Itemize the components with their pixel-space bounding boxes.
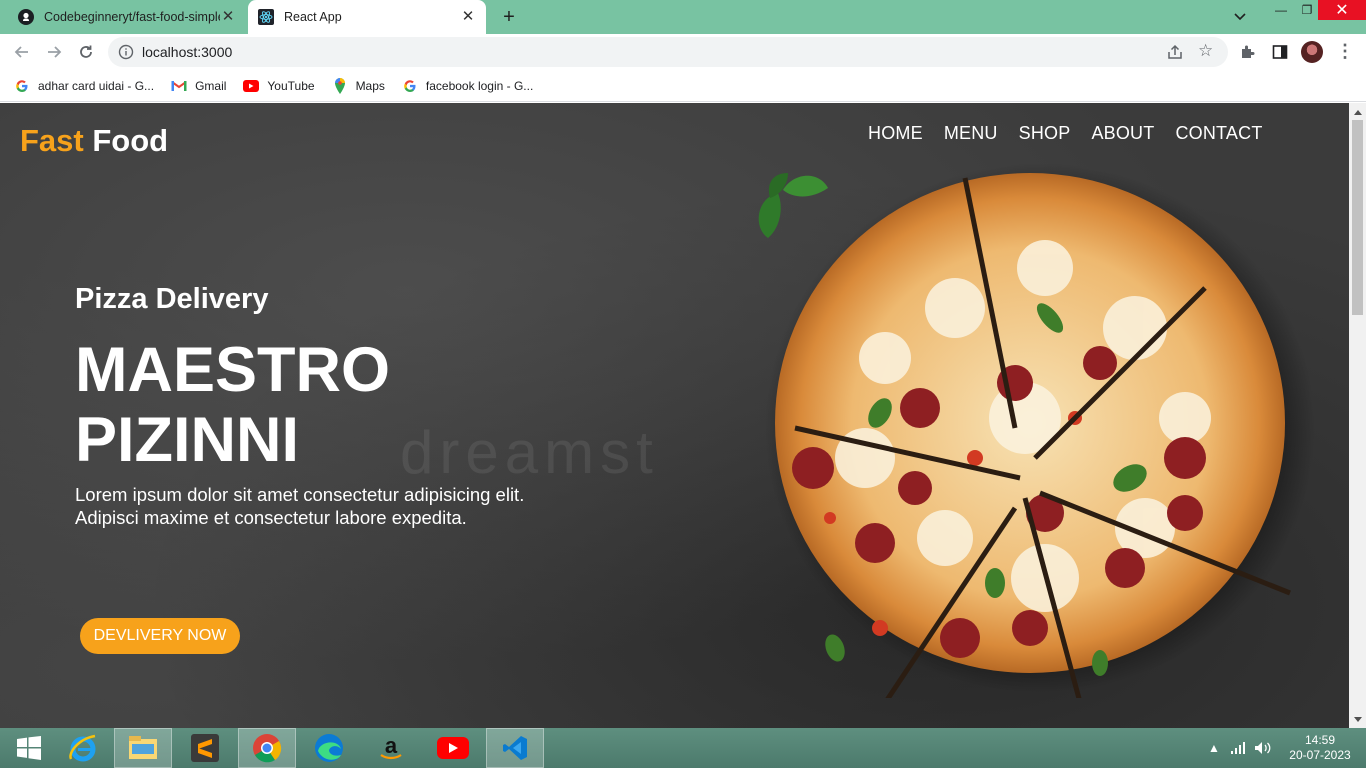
bookmark-item[interactable]: Maps bbox=[332, 77, 385, 94]
tab-strip: Codebeginneryt/fast-food-simple ✕ React … bbox=[0, 0, 1366, 34]
new-tab-icon[interactable]: + bbox=[498, 6, 520, 28]
github-icon bbox=[18, 9, 34, 25]
youtube-icon bbox=[243, 78, 260, 94]
tab-close-icon[interactable]: ✕ bbox=[220, 9, 236, 25]
scroll-down-icon[interactable] bbox=[1349, 711, 1366, 728]
amazon-icon[interactable]: a bbox=[362, 728, 420, 768]
google-icon bbox=[14, 78, 30, 94]
bookmark-label: Gmail bbox=[195, 78, 227, 93]
menu-kebab-icon[interactable]: ⋮ bbox=[1336, 42, 1354, 62]
clock-time: 14:59 bbox=[1304, 733, 1336, 747]
clock-date: 20-07-2023 bbox=[1289, 748, 1351, 762]
maps-icon bbox=[332, 77, 348, 94]
info-icon[interactable] bbox=[118, 44, 134, 60]
scroll-up-icon[interactable] bbox=[1349, 103, 1366, 120]
page-scrollbar[interactable] bbox=[1349, 103, 1366, 728]
extensions-icon[interactable] bbox=[1238, 42, 1258, 62]
network-icon[interactable] bbox=[1230, 728, 1246, 768]
tab-github[interactable]: Codebeginneryt/fast-food-simple ✕ bbox=[8, 0, 246, 34]
nav-contact[interactable]: CONTACT bbox=[1175, 123, 1262, 144]
system-clock[interactable]: 14:59 20-07-2023 bbox=[1288, 733, 1352, 763]
vscode-icon[interactable] bbox=[486, 728, 544, 768]
forward-icon[interactable] bbox=[42, 40, 66, 64]
brand-logo[interactable]: Fast Food bbox=[20, 123, 168, 159]
reload-icon[interactable] bbox=[74, 40, 98, 64]
bookmark-item[interactable]: YouTube bbox=[243, 78, 315, 94]
address-bar[interactable]: localhost:3000 ☆ bbox=[108, 37, 1228, 67]
side-panel-icon[interactable] bbox=[1270, 42, 1290, 62]
hero-title-line: PIZINNI bbox=[75, 405, 300, 475]
react-icon bbox=[258, 9, 274, 25]
nav-home[interactable]: HOME bbox=[868, 123, 923, 144]
sublime-text-icon[interactable] bbox=[176, 728, 234, 768]
nav-shop[interactable]: SHOP bbox=[1019, 123, 1071, 144]
volume-icon[interactable] bbox=[1254, 728, 1272, 768]
hero-title-line: MAESTRO bbox=[75, 335, 390, 405]
bookmark-label: adhar card uidai - G... bbox=[38, 78, 155, 93]
bookmark-label: Maps bbox=[355, 78, 385, 93]
bookmark-label: facebook login - G... bbox=[425, 78, 534, 93]
page-viewport: dreamst Fast Food HOME MENU SHOP ABOUT C… bbox=[0, 103, 1349, 728]
google-icon bbox=[402, 78, 418, 94]
delivery-now-button[interactable]: DEVLIVERY NOW bbox=[80, 618, 240, 654]
bookmark-item[interactable]: facebook login - G... bbox=[402, 78, 533, 94]
brand-rest: Food bbox=[92, 123, 169, 158]
browser-toolbar: localhost:3000 ☆ ⋮ bbox=[0, 34, 1366, 70]
gmail-icon bbox=[171, 78, 187, 94]
file-explorer-icon[interactable] bbox=[114, 728, 172, 768]
windows-start-icon[interactable] bbox=[0, 728, 58, 768]
hero-title: MAESTRO PIZINNI bbox=[75, 335, 575, 475]
tab-close-icon[interactable]: ✕ bbox=[460, 9, 476, 25]
pizza-image bbox=[765, 163, 1315, 698]
svg-text:a: a bbox=[385, 733, 398, 758]
tab-title: React App bbox=[284, 10, 342, 24]
share-icon[interactable] bbox=[1166, 43, 1184, 61]
bookmarks-bar: adhar card uidai - G... Gmail YouTube Ma… bbox=[0, 70, 1366, 102]
edge-icon[interactable] bbox=[300, 728, 358, 768]
bookmark-item[interactable]: adhar card uidai - G... bbox=[14, 78, 154, 94]
scroll-thumb[interactable] bbox=[1352, 120, 1363, 315]
main-nav: HOME MENU SHOP ABOUT CONTACT bbox=[868, 123, 1284, 144]
youtube-icon[interactable] bbox=[424, 728, 482, 768]
bookmark-item[interactable]: Gmail bbox=[171, 78, 226, 94]
nav-about[interactable]: ABOUT bbox=[1091, 123, 1154, 144]
internet-explorer-icon[interactable] bbox=[54, 728, 112, 768]
brand-accent: Fast bbox=[20, 123, 84, 158]
back-icon[interactable] bbox=[10, 40, 34, 64]
bookmark-label: YouTube bbox=[267, 78, 315, 93]
chevron-down-icon[interactable] bbox=[1230, 8, 1250, 26]
windows-taskbar: a ▲ 14:59 20-07-2023 bbox=[0, 728, 1366, 768]
tab-react-app[interactable]: React App ✕ bbox=[248, 0, 486, 34]
tab-title: Codebeginneryt/fast-food-simple bbox=[44, 10, 220, 24]
window-close-icon[interactable]: ✕ bbox=[1318, 0, 1366, 20]
url-text: localhost:3000 bbox=[142, 44, 233, 60]
hero-description: Lorem ipsum dolor sit amet consectetur a… bbox=[75, 484, 525, 528]
chrome-icon[interactable] bbox=[238, 728, 296, 768]
show-hidden-icons[interactable]: ▲ bbox=[1208, 728, 1220, 768]
profile-avatar[interactable] bbox=[1301, 41, 1323, 63]
bookmark-star-icon[interactable]: ☆ bbox=[1198, 41, 1213, 61]
nav-menu[interactable]: MENU bbox=[944, 123, 998, 144]
hero-subtitle: Pizza Delivery bbox=[75, 283, 269, 315]
